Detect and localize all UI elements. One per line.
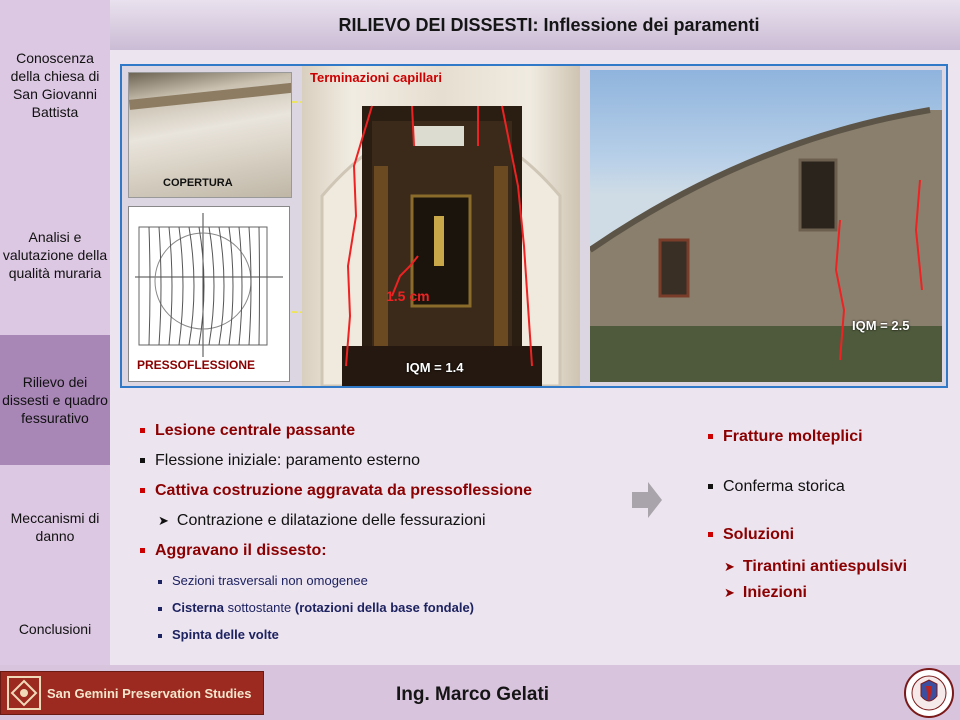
sidebar-item-label: Meccanismi di danno — [10, 510, 100, 544]
crack-width-label: 1.5 cm — [386, 288, 430, 304]
list-item: ➤ Tirantini antiespulsivi — [724, 558, 908, 575]
page-title: RILIEVO DEI DISSESTI: Inflessione dei pa… — [338, 14, 760, 35]
sidebar-item-label: Conclusioni — [18, 621, 92, 637]
author-name: Ing. Marco Gelati — [396, 684, 550, 705]
list-item: Spinta delle volte — [158, 627, 279, 642]
sidebar: Conoscenza della chiesa di San Giovanni … — [0, 0, 110, 665]
arrow-right-icon — [632, 482, 662, 518]
sgps-logo: San Gemini Preservation Studies — [0, 671, 264, 715]
facade-photo: IQM = 2.5 — [590, 70, 942, 382]
list-item: Sezioni trasversali non omogenee — [158, 573, 368, 588]
list-item: Cisterna sottostante (rotazioni della ba… — [158, 600, 474, 615]
altar-photo: Terminazioni capillari 1.5 cm IQM = 1.4 — [302, 66, 580, 386]
facade-iqm-label: IQM = 2.5 — [852, 318, 910, 333]
altar-top-label: Terminazioni capillari — [310, 70, 442, 85]
chevron-right-icon: ➤ — [158, 513, 169, 528]
list-item: Lesione centrale passante — [140, 422, 355, 440]
sidebar-item-label: Rilievo dei dissesti e quadro fessurativ… — [2, 374, 108, 426]
sidebar-item-rilievo[interactable]: Rilievo dei dissesti e quadro fessurativ… — [0, 335, 110, 465]
sidebar-item-analisi[interactable]: Analisi e valutazione della qualità mura… — [0, 190, 110, 320]
chevron-right-icon: ➤ — [724, 585, 735, 600]
logo-text: San Gemini Preservation Studies — [47, 685, 252, 701]
sidebar-item-conoscenza[interactable]: Conoscenza della chiesa di San Giovanni … — [0, 20, 110, 150]
sidebar-item-label: Conoscenza della chiesa di San Giovanni … — [10, 50, 100, 120]
altar-iqm-label: IQM = 1.4 — [406, 360, 464, 375]
photo-panel: COPERTURA PRESSOFLESSIONE Terminazioni c… — [120, 64, 948, 388]
list-item: Aggravano il dissesto: — [140, 542, 327, 560]
roof-caption: COPERTURA — [163, 177, 233, 189]
title-bar: RILIEVO DEI DISSESTI: Inflessione dei pa… — [110, 0, 960, 50]
altar-drawing — [320, 105, 562, 386]
list-item: Flessione iniziale: paramento esterno — [140, 452, 420, 470]
ornament-icon — [7, 676, 41, 710]
university-seal-icon — [904, 668, 954, 718]
list-item: ➤ Contrazione e dilatazione delle fessura… — [158, 512, 486, 529]
pressoflessione-diagram: PRESSOFLESSIONE — [128, 206, 290, 382]
diagram-caption: PRESSOFLESSIONE — [137, 358, 256, 372]
list-item: Soluzioni — [708, 526, 794, 544]
roof-photo: COPERTURA — [128, 72, 292, 198]
list-item: Fratture molteplici — [708, 428, 863, 446]
sidebar-item-label: Analisi e valutazione della qualità mura… — [2, 229, 108, 281]
list-item: Conferma storica — [708, 478, 845, 496]
facade-drawing — [590, 107, 942, 382]
list-item: Cattiva costruzione aggravata da pressof… — [140, 482, 532, 500]
list-item: ➤ Iniezioni — [724, 584, 807, 601]
chevron-right-icon: ➤ — [724, 559, 735, 574]
deformation-diagram-icon — [135, 213, 283, 357]
